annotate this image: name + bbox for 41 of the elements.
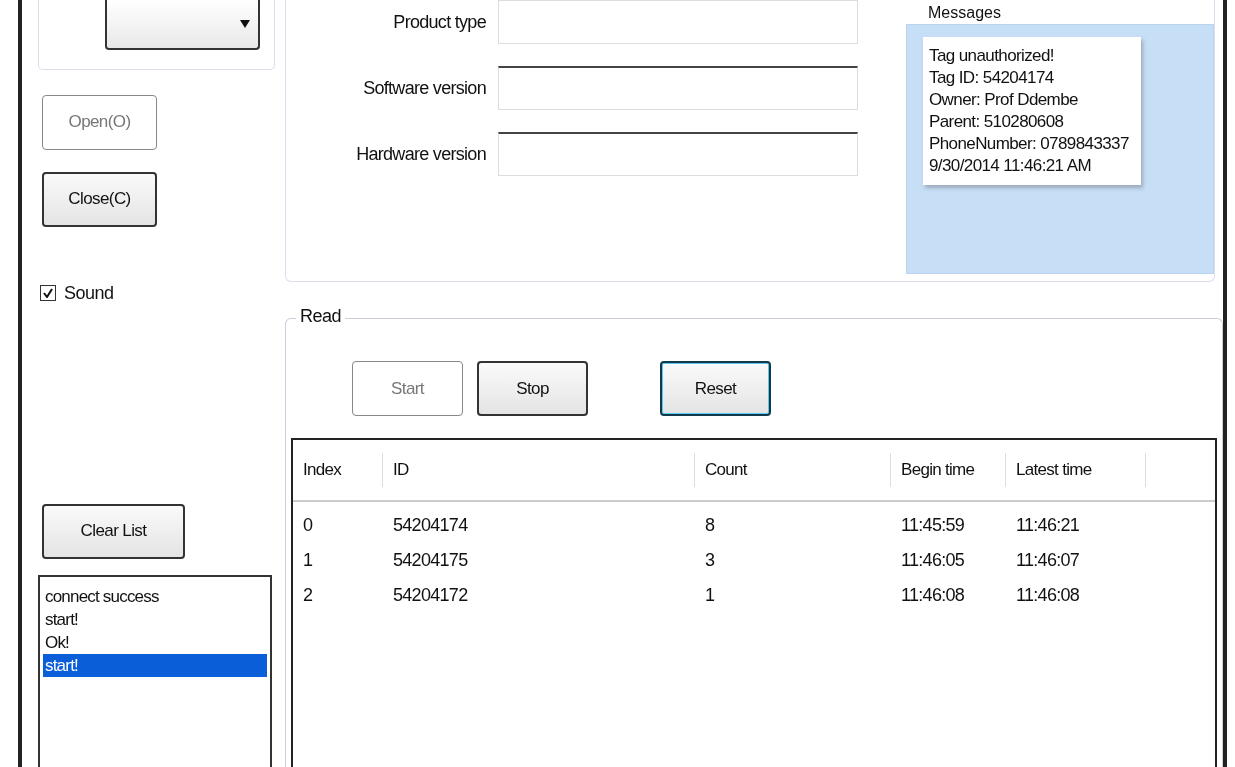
sound-label: Sound xyxy=(64,282,114,304)
log-item[interactable]: connect success xyxy=(43,584,267,608)
table-cell-text: 1 xyxy=(302,550,314,571)
reset-button[interactable]: Reset xyxy=(660,361,771,416)
table-cell-text: 8 xyxy=(704,515,716,536)
table-cell-text: 11:46:05 xyxy=(900,550,966,571)
log-item[interactable]: Ok! xyxy=(43,630,267,654)
table-cell-text: 11:46:21 xyxy=(1015,515,1081,536)
clear-list-button[interactable]: Clear List xyxy=(42,503,185,559)
stop-button[interactable]: Stop xyxy=(477,361,588,416)
column-header[interactable]: Count xyxy=(695,453,891,487)
input-field[interactable] xyxy=(498,66,858,110)
table-cell-text: 11:46:08 xyxy=(1015,585,1081,606)
messages-label: Messages xyxy=(928,3,1002,23)
column-header[interactable]: Begin time xyxy=(891,453,1006,487)
table-cell-text: 54204172 xyxy=(392,585,469,606)
caret-icon xyxy=(240,20,250,28)
table-cell-text: 0 xyxy=(302,515,314,536)
close-button[interactable]: Close(C) xyxy=(42,171,157,227)
log-list[interactable]: connect success start! Ok! start! xyxy=(38,574,272,767)
column-header[interactable]: ID xyxy=(383,453,695,487)
log-item[interactable]: start! xyxy=(43,607,267,631)
field-label: Software version xyxy=(363,77,486,99)
log-item[interactable]: start! xyxy=(43,653,267,677)
field-label: Hardware version xyxy=(356,143,486,165)
checkbox[interactable] xyxy=(40,285,56,302)
table-cell-text: 2 xyxy=(302,585,314,606)
table-cell-text: 11:46:07 xyxy=(1015,550,1081,571)
table-cell-text: 54204175 xyxy=(392,550,469,571)
message-text: Tag unauthorized! Tag ID: 54204174 Owner: Prof Ddembe Parent: 510280608 PhoneNumber: 0789843337 9/30/2014 11:46:21 AM xyxy=(923,37,1141,185)
table-cell-text: 11:46:08 xyxy=(900,585,966,606)
field-label: Product type xyxy=(393,11,486,33)
column-header[interactable]: Index xyxy=(293,453,383,487)
input-field[interactable] xyxy=(498,132,858,176)
check-icon xyxy=(43,288,53,299)
table-cell-text: 54204174 xyxy=(392,515,469,536)
table-cell-text: 3 xyxy=(704,550,716,571)
table-cell-text: 11:45:59 xyxy=(900,515,966,536)
column-header[interactable]: Latest time xyxy=(1006,453,1146,487)
dropdown[interactable] xyxy=(105,0,260,50)
table-cell-text: 1 xyxy=(704,585,716,606)
